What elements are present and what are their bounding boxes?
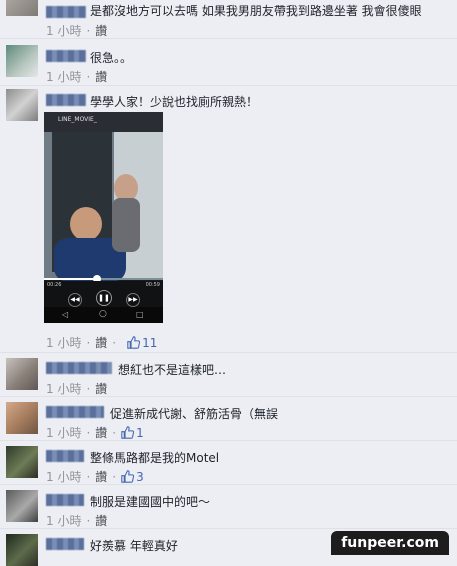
comment-meta: 1 小時 · 讚: [46, 68, 107, 85]
commenter-name-redacted[interactable]: [46, 538, 84, 550]
like-link[interactable]: 讚: [95, 68, 107, 85]
meta-separator: ·: [86, 69, 91, 84]
comment-text: 促進新成代謝、舒筋活骨（無誤: [110, 407, 279, 421]
meta-separator: ·: [86, 23, 91, 38]
comment-time[interactable]: 1 小時: [46, 468, 81, 485]
comment-text: 制服是建國國中的吧～: [90, 495, 211, 509]
comment-meta: 1 小時 · 讚 · 11: [46, 334, 157, 351]
play-pause-icon[interactable]: ❚❚: [96, 290, 112, 306]
commenter-avatar[interactable]: [6, 0, 38, 16]
like-link[interactable]: 讚: [95, 380, 107, 397]
comment-meta: 1 小時 · 讚: [46, 22, 107, 39]
comment-text: 好羨慕 年輕真好: [90, 539, 178, 553]
like-count[interactable]: 11: [142, 336, 157, 350]
divider: [0, 38, 457, 39]
meta-separator: ·: [112, 469, 117, 484]
comment-text: 想紅也不是這樣吧…: [118, 363, 227, 377]
divider: [0, 528, 457, 529]
comment-text: 學學人家！少說也找廁所親熱！: [90, 95, 259, 109]
divider: [0, 396, 457, 397]
like-link[interactable]: 讚: [95, 468, 107, 485]
comment-time[interactable]: 1 小時: [46, 424, 81, 441]
like-link[interactable]: 讚: [95, 512, 107, 529]
commenter-avatar[interactable]: [6, 402, 38, 434]
meta-separator: ·: [86, 381, 91, 396]
commenter-name-redacted[interactable]: [46, 6, 86, 18]
site-watermark: funpeer.com: [331, 531, 449, 555]
comment-time[interactable]: 1 小時: [46, 68, 81, 85]
meta-separator: ·: [86, 335, 91, 350]
commenter-avatar[interactable]: [6, 45, 38, 77]
like-link[interactable]: 讚: [95, 22, 107, 39]
commenter-avatar[interactable]: [6, 89, 38, 121]
home-icon[interactable]: ○: [99, 309, 107, 319]
meta-separator: ·: [86, 513, 91, 528]
video-attachment[interactable]: LINE_MOVIE_ 00:26 00:59 ◀◀ ❚❚ ▶▶ ◁ ○ □: [44, 112, 163, 323]
comment-time[interactable]: 1 小時: [46, 22, 81, 39]
fast-forward-icon[interactable]: ▶▶: [126, 293, 140, 307]
like-thumb-icon[interactable]: [127, 335, 141, 350]
comment-text: 很急。。: [90, 51, 133, 65]
commenter-avatar[interactable]: [6, 446, 38, 478]
commenter-avatar[interactable]: [6, 490, 38, 522]
comment-time[interactable]: 1 小時: [46, 380, 81, 397]
commenter-name-redacted[interactable]: [46, 50, 86, 62]
comment-meta: 1 小時 · 讚 · 1: [46, 424, 144, 441]
comment-text: 是都沒地方可以去嗎 如果我男朋友帶我到路邊坐著 我會很傻眼: [90, 4, 422, 18]
like-count[interactable]: 1: [136, 426, 144, 440]
rewind-icon[interactable]: ◀◀: [68, 293, 82, 307]
comment-meta: 1 小時 · 讚 · 3: [46, 468, 144, 485]
divider: [0, 440, 457, 441]
meta-separator: ·: [112, 425, 117, 440]
video-duration: 00:59: [145, 282, 160, 288]
like-thumb-icon[interactable]: [121, 469, 135, 484]
divider: [0, 352, 457, 353]
comment-time[interactable]: 1 小時: [46, 334, 81, 351]
comment-time[interactable]: 1 小時: [46, 512, 81, 529]
comment-meta: 1 小時 · 讚: [46, 380, 107, 397]
video-elapsed: 00:26: [47, 282, 62, 288]
divider: [0, 85, 457, 86]
commenter-name-redacted[interactable]: [46, 450, 84, 462]
like-link[interactable]: 讚: [95, 334, 107, 351]
divider: [0, 484, 457, 485]
video-title: LINE_MOVIE_: [58, 116, 97, 123]
commenter-name-redacted[interactable]: [46, 94, 86, 106]
recent-apps-icon[interactable]: □: [136, 310, 144, 319]
comment-text: 整條馬路都是我的Motel: [90, 451, 220, 465]
commenter-name-redacted[interactable]: [46, 362, 112, 374]
commenter-name-redacted[interactable]: [46, 494, 84, 506]
commenter-name-redacted[interactable]: [46, 406, 104, 418]
comment-meta: 1 小時 · 讚: [46, 512, 107, 529]
commenter-avatar[interactable]: [6, 534, 38, 566]
meta-separator: ·: [86, 469, 91, 484]
commenter-avatar[interactable]: [6, 358, 38, 390]
meta-separator: ·: [86, 425, 91, 440]
like-link[interactable]: 讚: [95, 424, 107, 441]
back-icon[interactable]: ◁: [62, 310, 68, 319]
like-thumb-icon[interactable]: [121, 425, 135, 440]
meta-separator: ·: [112, 335, 117, 350]
like-count[interactable]: 3: [136, 470, 144, 484]
